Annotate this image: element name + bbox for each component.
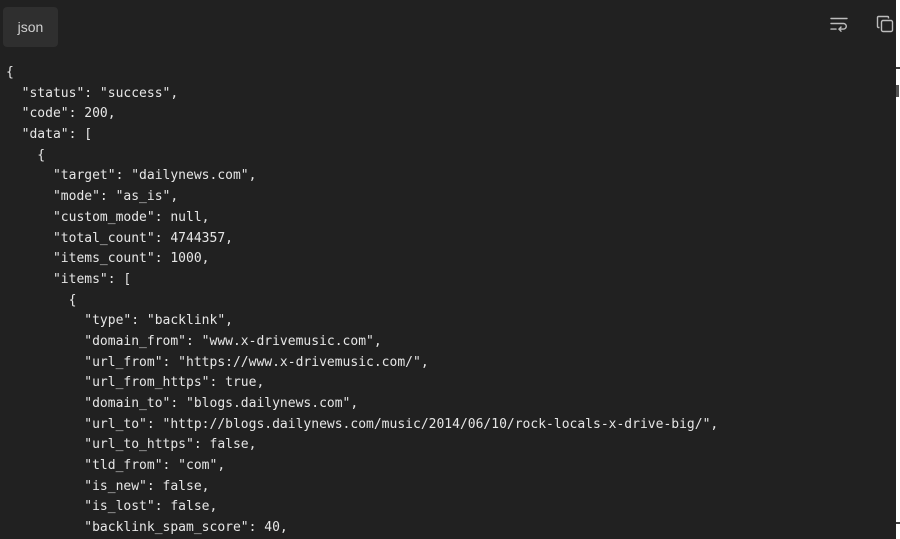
code-line: "url_to": "http://blogs.dailynews.com/mu… (6, 416, 719, 432)
code-line: "type": "backlink", (6, 313, 233, 329)
code-line: { (6, 65, 14, 80)
code-line: "data": [ (6, 127, 93, 143)
code-line: "backlink_spam_score": 40, (6, 520, 288, 536)
code-line: "total_count": 4744357, (6, 230, 233, 246)
language-label: json (3, 7, 58, 47)
code-line: "tld_from": "com", (6, 458, 226, 474)
scrollbar[interactable] (896, 57, 900, 539)
code-line: "target": "dailynews.com", (6, 168, 257, 184)
code-block: json { "status": "success", "code": 200,… (0, 0, 896, 539)
code-line: "custom_mode": null, (6, 209, 210, 225)
code-line: "code": 200, (6, 106, 116, 122)
code-line: "domain_to": "blogs.dailynews.com", (6, 396, 359, 411)
json-code: { "status": "success", "code": 200, "dat… (6, 63, 718, 539)
code-line: { (6, 147, 46, 163)
code-line: "domain_from": "www.x-drivemusic.com", (6, 333, 382, 349)
code-line: "url_to_https": false, (6, 437, 257, 453)
code-line: "items_count": 1000, (6, 251, 210, 267)
code-line: { (6, 292, 77, 308)
copy-icon[interactable] (875, 14, 895, 34)
code-line: "items": [ (6, 271, 132, 287)
code-line: "is_new": false, (6, 478, 210, 494)
code-line: "url_from": "https://www.x-drivemusic.co… (6, 354, 429, 370)
code-line: "mode": "as_is", (6, 189, 179, 205)
code-line: "url_from_https": true, (6, 375, 265, 391)
code-line: "status": "success", (6, 85, 179, 101)
text-wrap-icon[interactable] (829, 14, 849, 34)
code-line: "is_lost": false, (6, 499, 218, 515)
